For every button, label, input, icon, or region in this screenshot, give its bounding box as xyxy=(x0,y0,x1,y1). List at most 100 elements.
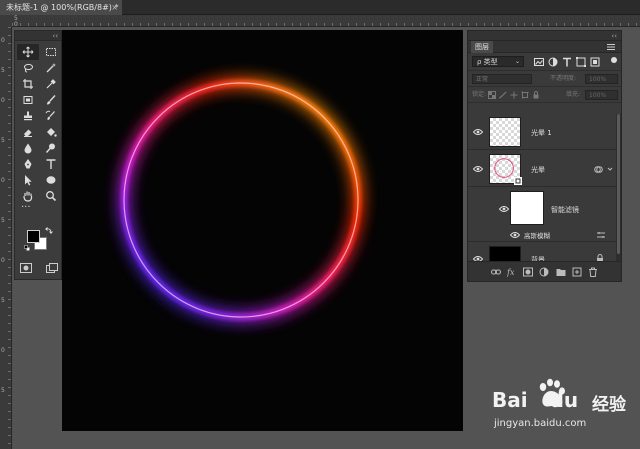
zoom-tool-icon[interactable] xyxy=(40,188,62,204)
stamp-tool-icon[interactable] xyxy=(17,108,39,124)
filter-name[interactable]: 高斯模糊 xyxy=(524,230,550,240)
default-colors-icon[interactable] xyxy=(24,245,30,251)
smart-object-filter-icon[interactable] xyxy=(590,57,600,67)
adjustment-layer-icon[interactable] xyxy=(539,267,549,277)
smart-filter-mask-thumbnail[interactable] xyxy=(510,191,544,225)
shape-filter-icon[interactable] xyxy=(576,57,586,67)
ruler-label: 0 xyxy=(1,37,5,44)
collapse-icon[interactable]: ‹‹ xyxy=(611,31,617,41)
lock-transparent-icon[interactable] xyxy=(488,91,496,99)
type-filter-icon[interactable] xyxy=(562,57,572,67)
dodge-tool-icon[interactable] xyxy=(40,140,62,156)
layer-list: 光晕 1 光晕 智能滤镜 高斯模糊 背景 xyxy=(468,114,621,262)
screen-mode-icon[interactable] xyxy=(45,263,59,273)
color-swatches xyxy=(23,227,55,259)
more-tools-icon[interactable]: ··· xyxy=(15,203,61,216)
layer-name[interactable]: 光晕 xyxy=(531,165,545,175)
lock-artboard-icon[interactable] xyxy=(521,91,529,99)
smart-filter-label[interactable]: 智能滤镜 xyxy=(551,205,579,215)
blend-mode-select[interactable]: 正常 xyxy=(472,74,532,84)
collapse-icon[interactable]: ‹‹ xyxy=(52,31,58,41)
kind-filter-value: ρ 类型 xyxy=(477,58,498,66)
visibility-eye-icon[interactable] xyxy=(473,128,483,136)
layer-style-fx-icon[interactable]: fx xyxy=(507,267,517,277)
close-icon[interactable]: × xyxy=(111,0,118,15)
layer-thumbnail[interactable] xyxy=(489,246,521,262)
path-select-tool-icon[interactable] xyxy=(17,172,39,188)
layer-row[interactable]: 光晕 xyxy=(468,151,621,187)
ruler-label: 0 xyxy=(1,347,5,354)
lock-all-icon[interactable] xyxy=(532,91,540,99)
lock-label: 锁定: xyxy=(472,91,487,98)
document-tab-bar: 未标题-1 @ 100%(RGB/8#) * × xyxy=(0,0,640,15)
lock-position-icon[interactable] xyxy=(510,91,518,99)
layer-name[interactable]: 光晕 1 xyxy=(531,128,552,138)
blur-tool-icon[interactable] xyxy=(17,140,39,156)
scrollbar-thumb[interactable] xyxy=(617,114,620,254)
layers-panel: ‹‹ 图层 ρ 类型 ⌄ 正常 不透明度: 100% 锁定: 填充: 100% … xyxy=(467,30,622,282)
chevron-down-icon: ⌄ xyxy=(514,58,520,65)
paint-bucket-tool-icon[interactable] xyxy=(40,124,62,140)
foreground-color-swatch[interactable] xyxy=(27,230,40,243)
link-layers-icon[interactable] xyxy=(491,267,502,277)
opacity-input[interactable]: 100% xyxy=(585,74,618,84)
brush-tool-icon[interactable] xyxy=(40,92,62,108)
frame-tool-icon[interactable] xyxy=(17,92,39,108)
document-canvas[interactable] xyxy=(62,30,463,431)
ruler-label: 5 xyxy=(1,67,5,74)
new-layer-icon[interactable] xyxy=(572,267,582,277)
eyedropper-tool-icon[interactable] xyxy=(40,76,62,92)
filter-options-icon[interactable] xyxy=(597,231,605,239)
adjustment-filter-icon[interactable] xyxy=(548,57,558,67)
lock-pixels-icon[interactable] xyxy=(499,91,507,99)
ellipse-tool-icon[interactable] xyxy=(40,172,62,188)
lasso-tool-icon[interactable] xyxy=(17,60,39,76)
pen-tool-icon[interactable] xyxy=(17,156,39,172)
panel-menu-icon[interactable] xyxy=(607,43,615,51)
document-tab[interactable]: 未标题-1 @ 100%(RGB/8#) * × xyxy=(0,0,122,15)
fill-input[interactable]: 100% xyxy=(585,90,618,100)
smart-filters-row[interactable]: 智能滤镜 xyxy=(468,188,621,228)
eraser-tool-icon[interactable] xyxy=(17,124,39,140)
horizontal-ruler[interactable]: 5 0 xyxy=(12,15,640,28)
toolbox-grip[interactable]: ‹‹ xyxy=(15,31,61,41)
ruler-label: 0 xyxy=(1,257,5,264)
add-mask-icon[interactable] xyxy=(523,267,534,277)
vertical-ruler[interactable]: 0 5 0 5 0 5 0 5 0 5 xyxy=(0,27,12,449)
layer-kind-filter[interactable]: ρ 类型 ⌄ xyxy=(472,56,524,67)
baidu-paw-icon xyxy=(539,378,565,407)
panel-grip[interactable]: ‹‹ xyxy=(468,31,621,41)
layer-row[interactable]: 光晕 1 xyxy=(468,114,621,150)
watermark-product: 经验 xyxy=(592,395,626,415)
swap-colors-icon[interactable] xyxy=(45,227,53,235)
filter-row-gaussian-blur[interactable]: 高斯模糊 xyxy=(468,228,621,242)
visibility-eye-icon[interactable] xyxy=(510,231,520,239)
crop-tool-icon[interactable] xyxy=(17,76,39,92)
smart-object-badge-icon xyxy=(514,177,522,185)
layer-thumbnail[interactable] xyxy=(489,117,521,147)
chevron-down-icon[interactable] xyxy=(607,166,613,172)
new-group-icon[interactable] xyxy=(556,267,566,277)
watermark-url: jingyan.baidu.com xyxy=(494,418,587,429)
layers-panel-footer: fx xyxy=(468,261,621,281)
filter-toggle[interactable] xyxy=(611,57,617,63)
ruler-label: 5 xyxy=(1,137,5,144)
delete-layer-icon[interactable] xyxy=(588,267,598,277)
fill-label: 填充: xyxy=(566,91,581,98)
document-tab-title: 未标题-1 @ 100%(RGB/8#) * xyxy=(6,3,119,12)
magic-wand-tool-icon[interactable] xyxy=(40,60,62,76)
smart-filter-indicator-icon[interactable] xyxy=(594,165,603,174)
move-tool-icon[interactable] xyxy=(17,44,39,60)
marquee-tool-icon[interactable] xyxy=(40,44,62,60)
pixel-filter-icon[interactable] xyxy=(534,57,544,67)
ruler-label: 5 xyxy=(1,297,5,304)
layer-row[interactable]: 背景 xyxy=(468,243,621,262)
visibility-eye-icon[interactable] xyxy=(473,165,483,173)
ruler-label: 5 xyxy=(1,217,5,224)
quick-mask-icon[interactable] xyxy=(19,263,33,273)
visibility-eye-icon[interactable] xyxy=(499,205,509,213)
history-brush-tool-icon[interactable] xyxy=(40,108,62,124)
layers-scrollbar[interactable] xyxy=(616,114,621,262)
tab-layers[interactable]: 图层 xyxy=(471,41,493,53)
type-tool-icon[interactable] xyxy=(40,156,62,172)
